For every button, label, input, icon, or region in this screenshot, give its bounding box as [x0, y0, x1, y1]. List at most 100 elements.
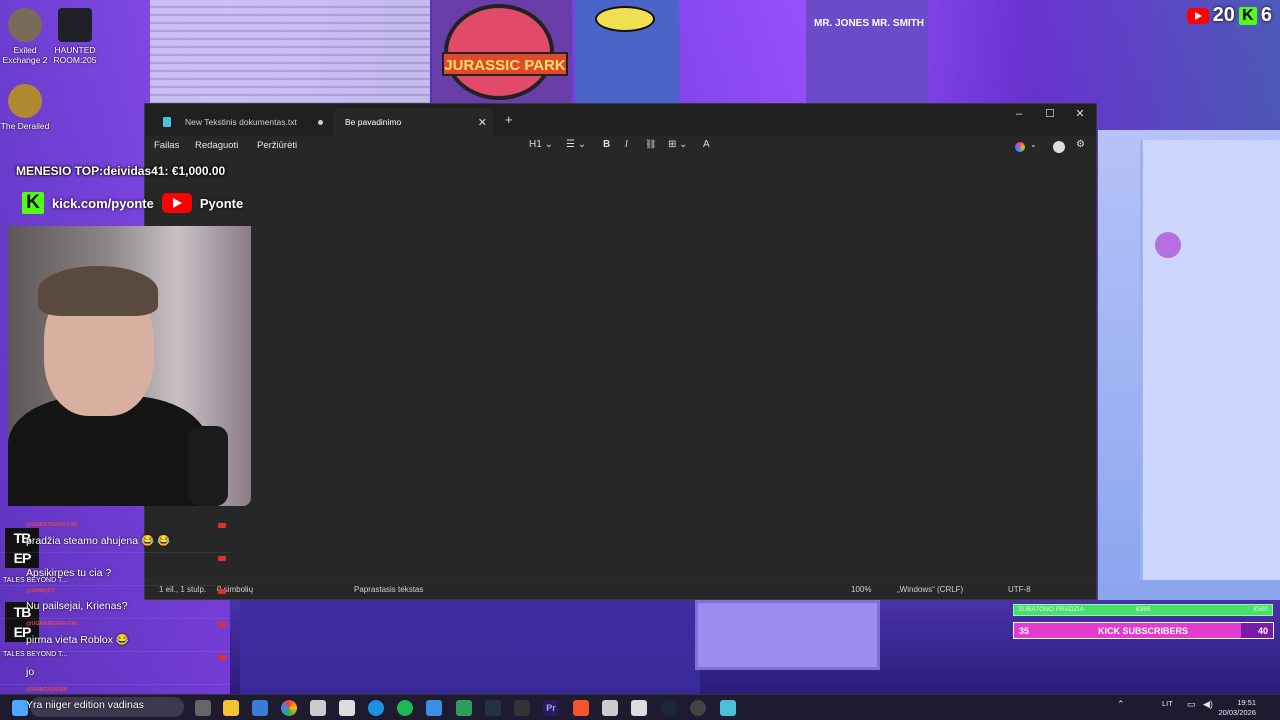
icon-label: ROOM:205	[53, 55, 97, 65]
webcam-feed	[8, 226, 251, 506]
kick-icon: K	[1238, 6, 1257, 25]
icon-label: The Derailed	[0, 121, 50, 131]
date: 20/03/2026	[1218, 708, 1256, 717]
batman-poster	[575, 0, 679, 104]
maximize-button[interactable]: ☐	[1035, 104, 1065, 124]
app-icon	[8, 8, 42, 42]
spotify-icon[interactable]	[397, 700, 413, 716]
chat-text: pradžia steamo ahujena 😂 😂	[26, 535, 171, 547]
table-button[interactable]: ⊞ ⌄	[668, 139, 688, 150]
app-icon[interactable]	[339, 700, 355, 716]
text-editor[interactable]	[145, 158, 1096, 579]
chat-username: @JAMQZY	[26, 588, 55, 594]
poster-title: MR. JONES MR. SMITH	[814, 18, 925, 29]
goal-target: €500	[1253, 606, 1268, 613]
kick-url: kick.com/pyonte	[52, 195, 154, 211]
encoding[interactable]: UTF-8	[1008, 585, 1031, 594]
network-icon[interactable]: ▭	[1187, 699, 1196, 710]
desktop-icon-haunted-room[interactable]: HAUNTED ROOM:205	[46, 8, 104, 65]
edge-icon[interactable]	[368, 700, 384, 716]
chat-username: @MANTAS9369	[26, 687, 67, 693]
youtube-badge-icon	[218, 622, 226, 627]
floor-box	[695, 600, 880, 670]
premiere-icon[interactable]: Pr	[543, 700, 559, 716]
youtube-channel-name: Pyonte	[199, 195, 244, 211]
heading-dropdown[interactable]: H1 ⌄	[529, 139, 553, 150]
door	[1140, 140, 1280, 580]
list-icon: ☰	[566, 139, 575, 150]
italic-button[interactable]: I	[625, 139, 628, 150]
new-tab-button[interactable]: +	[505, 112, 513, 127]
copilot-icon[interactable]	[1015, 142, 1025, 152]
app-icon[interactable]	[310, 700, 326, 716]
close-button[interactable]: ✕	[1065, 104, 1095, 124]
follower-counters: 20 K 6	[1186, 4, 1272, 27]
chat-username: @UGNIUSUGN-V3K	[26, 522, 78, 528]
tray-chevron-up-icon[interactable]: ⌃	[1117, 699, 1125, 710]
brave-icon[interactable]	[573, 700, 589, 716]
store-icon[interactable]	[252, 700, 268, 716]
youtube-badge-icon	[218, 655, 226, 660]
microphone	[188, 426, 228, 506]
file-explorer-icon[interactable]	[223, 700, 239, 716]
zoom-level[interactable]: 100%	[851, 585, 871, 594]
chat-message: @UGNIUSUGN-V3K pradžia steamo ahujena 😂 …	[0, 520, 230, 553]
desktop-icon-the-derailed[interactable]: The Derailed	[0, 84, 54, 131]
app-icon[interactable]	[514, 700, 530, 716]
app-icon[interactable]	[602, 700, 618, 716]
list-button[interactable]: ☰ ⌄	[566, 139, 586, 150]
tab-new-text-document[interactable]: New Tekstinis dokumentas.txt	[151, 108, 331, 136]
tab-label: New Tekstinis dokumentas.txt	[185, 117, 297, 127]
unsaved-dot-icon	[318, 119, 323, 125]
app-icon[interactable]	[456, 700, 472, 716]
menu-bar: Failas Redaguoti Peržiūrėti H1 ⌄ ☰ ⌄ B I…	[145, 136, 1096, 158]
text-format[interactable]: Paprastasis tekstas	[354, 585, 423, 594]
minimize-button[interactable]: –	[1004, 104, 1034, 124]
youtube-icon	[1186, 7, 1209, 24]
tab-label: Be pavadinimo	[345, 117, 402, 127]
clock[interactable]: 19:51 20/03/2026	[1218, 698, 1256, 718]
account-icon[interactable]	[1053, 141, 1065, 153]
volume-icon[interactable]: ◀)	[1203, 699, 1213, 710]
language-indicator[interactable]: LIT	[1162, 699, 1173, 708]
menu-edit[interactable]: Redaguoti	[195, 140, 238, 151]
chrome-icon[interactable]	[281, 700, 297, 716]
taskbar: Pr ⌃ LIT ▭ ◀) 19:51 20/03/2026	[0, 694, 1280, 720]
kick-count: 6	[1260, 4, 1272, 26]
app-icon	[8, 84, 42, 118]
app-icon[interactable]	[631, 700, 647, 716]
close-tab-icon[interactable]: ✕	[478, 116, 487, 129]
goal-current: 35	[1019, 626, 1030, 636]
chevron-down-icon[interactable]: ⌄	[1030, 140, 1037, 149]
notepad-window: New Tekstinis dokumentas.txt Be pavadini…	[144, 103, 1097, 600]
link-button[interactable]: ⛓	[645, 139, 656, 150]
steam-icon[interactable]	[661, 700, 677, 716]
table-icon: ⊞	[668, 139, 677, 150]
photos-icon[interactable]	[426, 700, 442, 716]
menu-view[interactable]: Peržiūrėti	[257, 140, 297, 151]
notepad-icon[interactable]	[720, 700, 736, 716]
tab-bar: New Tekstinis dokumentas.txt Be pavadini…	[145, 104, 1096, 136]
clear-format-button[interactable]: A	[703, 139, 710, 150]
chat-message: @UGNIUSUGN-V3K pirma vieta Roblox 😂	[0, 619, 230, 652]
status-bar: 1 eil., 1 stulp. 0 simbolių Paprastasis …	[145, 579, 1096, 599]
line-ending[interactable]: „Windows“ (CRLF)	[897, 585, 963, 594]
settings-gear-icon[interactable]: ⚙	[1076, 139, 1085, 150]
goal-label: SUBATONO PRADZIA	[1018, 606, 1084, 613]
chat-text: pirma vieta Roblox 😂	[26, 634, 129, 646]
chat-overlay: @UGNIUSUGN-V3K pradžia steamo ahujena 😂 …	[0, 520, 230, 693]
chat-message: @MANTAS9369	[0, 685, 230, 693]
task-view-icon[interactable]	[195, 700, 211, 716]
tab-untitled[interactable]: Be pavadinimo ✕	[333, 108, 493, 136]
app-icon	[58, 8, 92, 42]
menu-file[interactable]: Failas	[154, 140, 179, 151]
obs-icon[interactable]	[690, 700, 706, 716]
chat-message: @JAMQZY Nu pailsejai, Krienas?	[0, 586, 230, 619]
kick-logo-icon: K	[22, 192, 44, 214]
youtube-badge-icon	[218, 523, 226, 528]
youtube-count: 20	[1212, 4, 1235, 26]
app-icon[interactable]	[485, 700, 501, 716]
chat-text: Apsikirpes tu cia ?	[26, 567, 112, 579]
goal-amount: €986	[1136, 606, 1151, 613]
bold-button[interactable]: B	[603, 139, 610, 150]
